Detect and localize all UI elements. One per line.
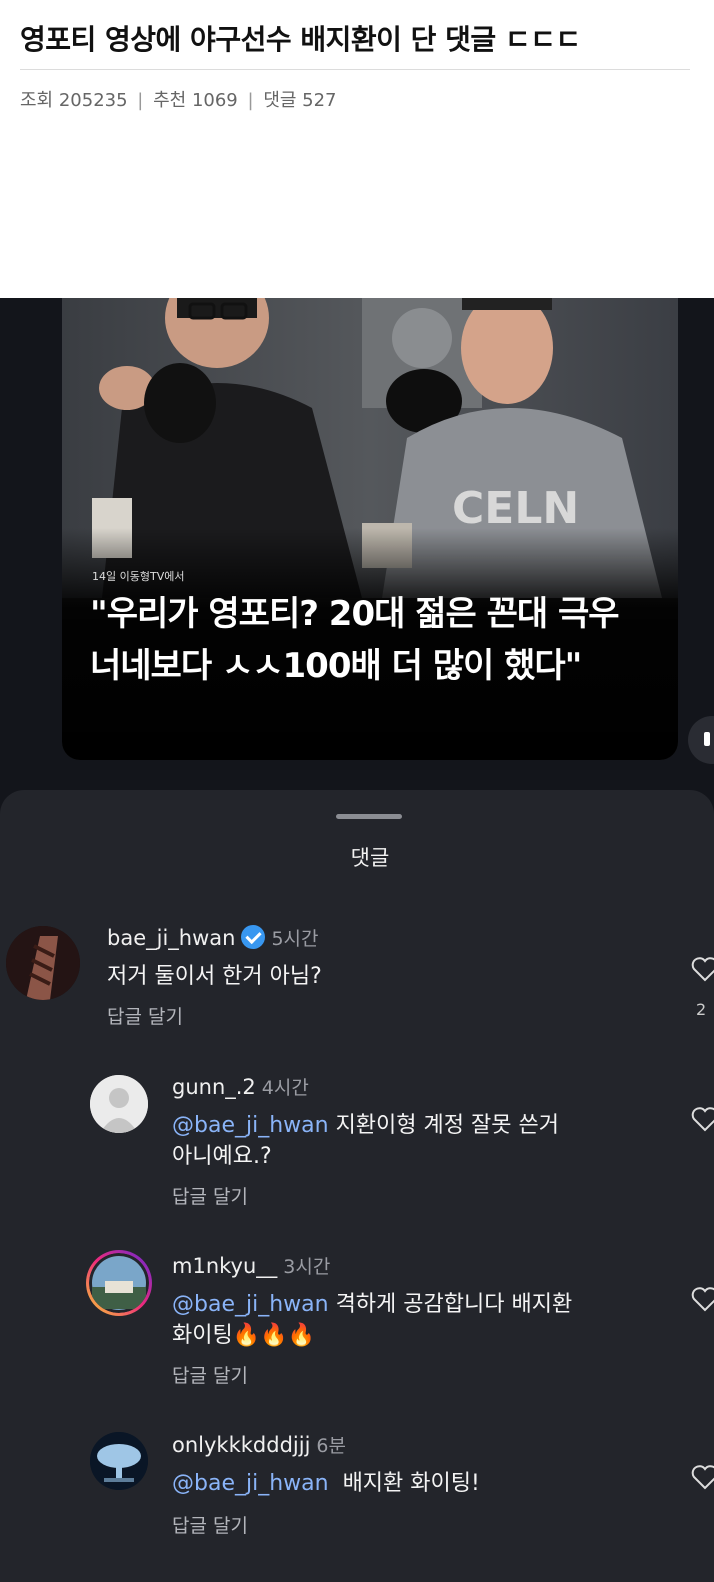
heart-icon[interactable] — [690, 1462, 714, 1492]
mention-link[interactable]: @bae_ji_hwan — [172, 1292, 329, 1317]
meta-separator: | — [247, 90, 254, 111]
comment-text: 저거 둘이서 한거 아님? — [107, 961, 322, 992]
sheet-title: 댓글 — [350, 846, 390, 870]
heart-icon[interactable] — [690, 1284, 714, 1314]
reply-button[interactable]: 답글 달기 — [172, 1511, 248, 1538]
avatar-image — [6, 926, 80, 1000]
username-text[interactable]: gunn_.2 — [172, 1075, 256, 1099]
mention-link[interactable]: @bae_ji_hwan — [172, 1471, 329, 1496]
reply-button[interactable]: 답글 달기 — [172, 1361, 248, 1388]
comment-username[interactable]: m1nkyu__ 3시간 — [172, 1252, 330, 1279]
caption-line: 너네보다 ㅅㅅ100배 더 많이 했다" — [90, 646, 582, 686]
embedded-screenshot: CELN 14일 이동형TV에서 "우리가 영포티? 20대 젊은 꼰대 극우 … — [0, 298, 714, 1582]
comment-username[interactable]: gunn_.2 4시간 — [172, 1073, 309, 1100]
comment-text: @bae_ji_hwan 지환이형 계정 잘못 쓴거 아니예요.? — [172, 1110, 559, 1172]
meta-separator: | — [137, 90, 144, 111]
comment-count: 댓글 527 — [263, 90, 337, 111]
svg-text:CELN: CELN — [452, 483, 579, 534]
comment-time: 5시간 — [271, 928, 319, 950]
comment-time: 3시간 — [283, 1256, 331, 1278]
comment-time: 6분 — [316, 1435, 346, 1457]
video-source: 14일 이동형TV에서 — [92, 570, 185, 583]
heart-icon[interactable] — [690, 1104, 714, 1134]
like-count: 2 — [696, 1000, 707, 1019]
views-count: 조회 205235 — [20, 90, 128, 111]
comment-body-line2: 아니예요.? — [172, 1144, 272, 1169]
side-action-button[interactable] — [688, 716, 714, 764]
post-header: 영포티 영상에 야구선수 배지환이 단 댓글 ㄷㄷㄷ 조회 205235 | 추… — [0, 0, 714, 298]
comment-text: @bae_ji_hwan 격하게 공감합니다 배지환 화이팅🔥🔥🔥 — [172, 1289, 572, 1351]
avatar-image — [90, 1432, 148, 1490]
username-text[interactable]: m1nkyu__ — [172, 1254, 277, 1278]
username-text[interactable]: bae_ji_hwan — [107, 926, 235, 950]
divider — [20, 69, 690, 70]
recommend-count: 추천 1069 — [153, 90, 238, 111]
heart-icon[interactable] — [690, 954, 714, 984]
post-title: 영포티 영상에 야구선수 배지환이 단 댓글 ㄷㄷㄷ — [20, 23, 581, 56]
reply-button[interactable]: 답글 달기 — [107, 1002, 183, 1029]
comment-time: 4시간 — [261, 1077, 309, 1099]
video-caption: "우리가 영포티? 20대 젊은 꼰대 극우 너네보다 ㅅㅅ100배 더 많이 … — [90, 588, 670, 692]
avatar[interactable] — [6, 926, 80, 1000]
avatar-image — [89, 1253, 149, 1313]
comment-body: 저거 둘이서 한거 아님? — [107, 964, 322, 989]
avatar[interactable] — [90, 1432, 148, 1490]
comment-text: @bae_ji_hwan 배지환 화이팅! — [172, 1468, 480, 1499]
mention-link[interactable]: @bae_ji_hwan — [172, 1113, 329, 1138]
comment-body: 격하게 공감합니다 배지환 — [328, 1292, 573, 1317]
drag-handle[interactable] — [336, 814, 402, 819]
verified-badge-icon — [241, 925, 266, 949]
caption-line: "우리가 영포티? 20대 젊은 꼰대 극우 — [90, 594, 620, 634]
avatar[interactable] — [86, 1250, 152, 1316]
post-meta: 조회 205235 | 추천 1069 | 댓글 527 — [20, 86, 337, 112]
comment-body-line2: 화이팅🔥🔥🔥 — [172, 1323, 315, 1348]
reply-button[interactable]: 답글 달기 — [172, 1182, 248, 1209]
comments-sheet: 댓글 bae_ji_hwan 5시간 저거 둘이서 한거 아님? 답글 달기 2 — [0, 790, 714, 1582]
avatar[interactable] — [90, 1075, 148, 1133]
comment-body: 배지환 화이팅! — [328, 1471, 480, 1496]
comment-username[interactable]: onlykkkdddjjj 6분 — [172, 1431, 346, 1458]
video-thumbnail[interactable]: CELN 14일 이동형TV에서 "우리가 영포티? 20대 젊은 꼰대 극우 … — [62, 298, 678, 760]
username-text[interactable]: onlykkkdddjjj — [172, 1433, 310, 1457]
default-avatar-icon — [90, 1075, 148, 1133]
comment-username[interactable]: bae_ji_hwan 5시간 — [107, 924, 319, 951]
comment-body: 지환이형 계정 잘못 쓴거 — [328, 1113, 559, 1138]
